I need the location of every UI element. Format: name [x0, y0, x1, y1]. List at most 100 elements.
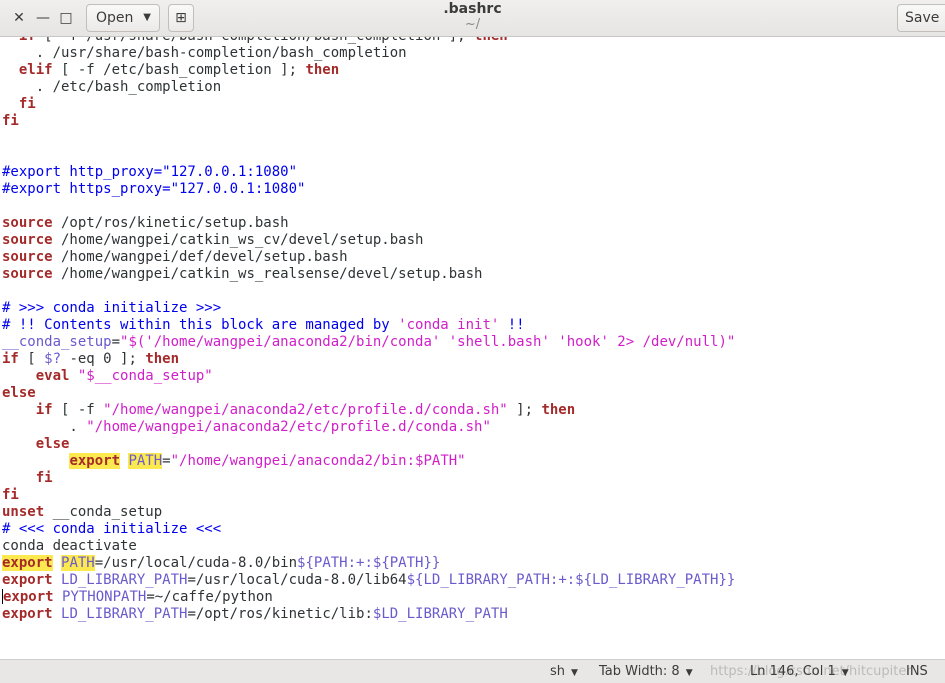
code-token: LD_LIBRARY_PATH [61, 572, 188, 588]
code-lines: if [ -f /usr/share/bash-completion/bash_… [2, 37, 735, 623]
code-line: export PYTHONPATH=~/caffe/python [2, 589, 735, 606]
code-token: unset [2, 504, 45, 520]
code-token: =/opt/ros/kinetic/lib: [187, 606, 373, 622]
code-token: "/home/wangpei/anaconda2/bin:$PATH" [170, 453, 466, 469]
window-subtitle: ~/ [464, 17, 481, 32]
code-token: ${LD_LIBRARY_PATH:+:${LD_LIBRARY_PATH}} [406, 572, 736, 588]
code-token: elif [2, 62, 53, 78]
code-line: export LD_LIBRARY_PATH=/opt/ros/kinetic/… [2, 606, 735, 623]
text-editor[interactable]: if [ -f /usr/share/bash-completion/bash_… [0, 37, 945, 659]
code-token: # !! Contents within this block are mana… [2, 317, 399, 333]
code-token: #export http_proxy="127.0.0.1:1080" [2, 164, 298, 180]
window-title: .bashrc [443, 1, 502, 17]
code-line: source /home/wangpei/catkin_ws_realsense… [2, 266, 735, 283]
code-token: [ -f /usr/share/bash-completion/bash_com… [36, 37, 474, 44]
code-token: [ -f /etc/bash_completion ]; [52, 62, 306, 78]
code-token: =/usr/local/cuda-8.0/lib64 [187, 572, 407, 588]
code-token: then [541, 402, 576, 418]
code-token: export [3, 589, 54, 605]
code-line: # >>> conda initialize >>> [2, 300, 735, 317]
header-bar: ✕ — □ Open ▼ ⊞ .bashrc ~/ Save [0, 0, 945, 37]
code-line: __conda_setup="$('/home/wangpei/anaconda… [2, 334, 735, 351]
code-line: fi [2, 113, 735, 130]
code-token: $? [44, 351, 62, 367]
cursor-position[interactable]: Ln 146, Col 1 ▼ [750, 663, 849, 682]
code-token: [ [18, 351, 45, 367]
code-line: eval "$__conda_setup" [2, 368, 735, 385]
code-token: __conda_setup [2, 334, 112, 350]
language-label: sh [550, 664, 566, 679]
code-line: fi [2, 487, 735, 504]
code-token: "$__conda_setup" [77, 368, 213, 384]
code-token: . /etc/bash_completion [2, 79, 222, 95]
chevron-down-icon: ▼ [571, 668, 578, 678]
code-token: fi [2, 113, 19, 129]
code-token: /opt/ros/kinetic/setup.bash [52, 215, 289, 231]
code-token: = [111, 334, 121, 350]
code-token: =/usr/local/cuda-8.0/bin [94, 555, 298, 571]
save-button[interactable]: Save [897, 4, 945, 32]
language-selector[interactable]: sh ▼ [550, 663, 578, 682]
code-token: eval [35, 368, 70, 384]
close-icon[interactable]: ✕ [10, 9, 28, 27]
maximize-icon[interactable]: □ [57, 9, 75, 27]
chevron-down-icon: ▼ [685, 668, 693, 678]
code-line: . /etc/bash_completion [2, 79, 735, 96]
code-token: /home/wangpei/catkin_ws_cv/devel/setup.b… [52, 232, 424, 248]
code-token: source [2, 215, 53, 231]
code-line: export LD_LIBRARY_PATH=/usr/local/cuda-8… [2, 572, 735, 589]
code-token: else [35, 436, 70, 452]
code-line: if [ -f "/home/wangpei/anaconda2/etc/pro… [2, 402, 735, 419]
code-line: else [2, 385, 735, 402]
minimize-icon[interactable]: — [34, 9, 52, 27]
code-token: __conda_setup [44, 504, 163, 520]
code-line: #export https_proxy="127.0.0.1:1080" [2, 181, 735, 198]
code-token: . /usr/share/bash-completion/bash_comple… [2, 45, 407, 61]
code-line: source /opt/ros/kinetic/setup.bash [2, 215, 735, 232]
code-token: source [2, 266, 53, 282]
code-token: [ -f [52, 402, 104, 418]
tab-width-selector[interactable]: Tab Width: 8 ▼ [599, 663, 693, 682]
code-token: # <<< conda initialize <<< [2, 521, 222, 537]
code-token: if [2, 351, 19, 367]
code-token: export [2, 555, 53, 571]
code-line: elif [ -f /etc/bash_completion ]; then [2, 62, 735, 79]
open-button[interactable]: Open ▼ [86, 4, 160, 32]
code-line: source /home/wangpei/catkin_ws_cv/devel/… [2, 232, 735, 249]
code-token: . [2, 419, 87, 435]
code-token: conda deactivate [2, 538, 137, 554]
new-tab-button[interactable]: ⊞ [168, 4, 194, 32]
code-line: fi [2, 96, 735, 113]
code-token: export [2, 606, 53, 622]
code-token: PYTHONPATH [62, 589, 147, 605]
code-token: PATH [128, 453, 163, 469]
code-token: -eq 0 ]; [61, 351, 146, 367]
chevron-down-icon: ▼ [143, 12, 151, 23]
code-line: . "/home/wangpei/anaconda2/etc/profile.d… [2, 419, 735, 436]
code-token: fi [2, 487, 19, 503]
code-token: 'conda init' [398, 317, 500, 333]
code-token: fi [35, 470, 53, 486]
code-token: #export https_proxy="127.0.0.1:1080" [2, 181, 306, 197]
code-token: # >>> conda initialize >>> [2, 300, 222, 316]
code-line: if [ -f /usr/share/bash-completion/bash_… [2, 37, 735, 45]
code-token: /home/wangpei/def/devel/setup.bash [52, 249, 348, 265]
code-token: source [2, 232, 53, 248]
code-line: fi [2, 470, 735, 487]
code-token: "$('/home/wangpei/anaconda2/bin/conda' '… [120, 334, 736, 350]
code-token: export [2, 572, 53, 588]
code-line: # !! Contents within this block are mana… [2, 317, 735, 334]
code-line: export PATH=/usr/local/cuda-8.0/bin${PAT… [2, 555, 735, 572]
code-token: if [35, 402, 53, 418]
code-token: $LD_LIBRARY_PATH [372, 606, 508, 622]
code-token: then [474, 37, 508, 44]
code-token: then [145, 351, 180, 367]
